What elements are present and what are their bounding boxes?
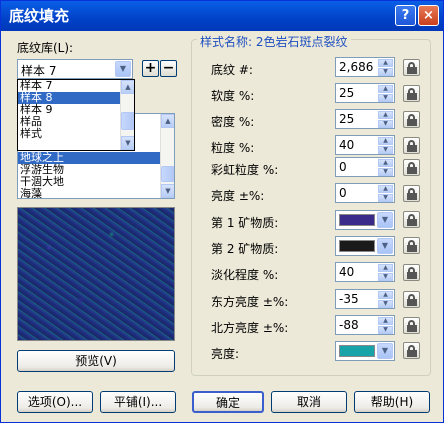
spinner-value[interactable]: 25 [339,86,354,100]
spinner-value[interactable]: 40 [339,265,354,279]
tile-button[interactable]: 平铺(I)... [100,391,176,413]
spin-down-icon[interactable]: ▼ [378,168,393,176]
dropdown-scrollbar[interactable]: ▲ ▼ [120,80,134,150]
param-label: 密度 %: [211,115,255,129]
lock-icon[interactable] [403,317,420,334]
spin-down-icon[interactable]: ▼ [378,146,393,154]
chevron-down-icon[interactable]: ▼ [377,212,393,228]
color-swatch [339,345,375,357]
chevron-down-icon[interactable]: ▼ [115,61,131,77]
param-label: 彩虹粒度 %: [211,163,279,177]
texture-preview [17,207,175,341]
add-library-button[interactable]: + [142,60,159,77]
chevron-down-icon[interactable]: ▼ [377,238,393,254]
spin-up-icon[interactable]: ▲ [378,291,393,299]
grain-spinner[interactable]: 40 ▲ ▼ [335,135,395,155]
spinner-value[interactable]: 25 [339,112,354,126]
lock-icon[interactable] [403,291,420,308]
lock-icon[interactable] [403,342,420,359]
param-label: 第 2 矿物质: [211,242,279,256]
spinner-value[interactable]: 0 [339,186,347,200]
lock-icon[interactable] [403,137,420,154]
options-button[interactable]: 选项(O)... [17,391,93,413]
library-combo[interactable]: 样本 7 ▼ [17,59,133,79]
list-item[interactable]: 海藻 [18,188,160,199]
scroll-down-icon[interactable]: ▼ [121,136,134,150]
rainbow-grain-spinner[interactable]: 0 ▲ ▼ [335,157,395,177]
spinner-value[interactable]: -88 [339,318,359,332]
lock-icon[interactable] [403,85,420,102]
scroll-thumb[interactable] [161,166,174,182]
spin-up-icon[interactable]: ▲ [378,159,393,167]
lock-icon[interactable] [403,264,420,281]
mineral1-color-picker[interactable]: ▼ [335,210,395,230]
cancel-button[interactable]: 取消 [271,391,347,413]
ok-button[interactable]: 确定 [192,391,264,413]
color-swatch [339,214,375,226]
scroll-up-icon[interactable]: ▲ [121,80,134,94]
spinner-value[interactable]: -35 [339,292,359,306]
library-label: 底纹库(L): [17,41,74,55]
param-label: 淡化程度 %: [211,268,279,282]
texture-number-spinner[interactable]: 2,686 ▲ ▼ [335,57,395,77]
texture-list-scrollbar[interactable]: ▲ ▼ [160,114,174,198]
library-dropdown-list[interactable]: 样本 7 样本 8 样本 9 样品 样式 ▲ ▼ [17,79,135,151]
remove-library-button[interactable]: − [160,60,177,77]
spin-up-icon[interactable]: ▲ [378,111,393,119]
style-name: 样式名称: 2色岩石斑点裂纹 [197,33,351,50]
spin-up-icon[interactable]: ▲ [378,317,393,325]
scroll-down-icon[interactable]: ▼ [161,184,174,198]
spin-up-icon[interactable]: ▲ [378,137,393,145]
param-label: 软度 %: [211,89,255,103]
spin-up-icon[interactable]: ▲ [378,185,393,193]
scroll-thumb[interactable] [121,112,134,130]
param-label: 亮度 ±%: [211,189,265,203]
lock-icon[interactable] [403,185,420,202]
window-title: 底纹填充 [9,7,70,25]
param-label: 东方亮度 ±%: [211,295,289,309]
lock-icon[interactable] [403,211,420,228]
spinner-value[interactable]: 2,686 [339,60,373,74]
chevron-down-icon[interactable]: ▼ [377,343,393,359]
dropdown-item[interactable]: 样式 [18,128,134,140]
softness-spinner[interactable]: 25 ▲ ▼ [335,83,395,103]
library-selected: 样本 7 [21,64,57,78]
spin-down-icon[interactable]: ▼ [378,194,393,202]
spin-down-icon[interactable]: ▼ [378,68,393,76]
spin-down-icon[interactable]: ▼ [378,300,393,308]
density-spinner[interactable]: 25 ▲ ▼ [335,109,395,129]
spinner-value[interactable]: 0 [339,160,347,174]
help-title-button[interactable]: ? [395,5,416,26]
scroll-up-icon[interactable]: ▲ [161,114,174,128]
brightness-color-picker[interactable]: ▼ [335,341,395,361]
param-label: 底纹 #: [211,63,253,77]
fade-spinner[interactable]: 40 ▲ ▼ [335,262,395,282]
spin-down-icon[interactable]: ▼ [378,273,393,281]
close-button[interactable]: × [418,5,439,26]
lock-icon[interactable] [403,237,420,254]
spin-down-icon[interactable]: ▼ [378,120,393,128]
lock-icon[interactable] [403,59,420,76]
spin-down-icon[interactable]: ▼ [378,94,393,102]
spin-up-icon[interactable]: ▲ [378,264,393,272]
param-label: 第 1 矿物质: [211,216,279,230]
spinner-value[interactable]: 40 [339,138,354,152]
brightness-spinner[interactable]: 0 ▲ ▼ [335,183,395,203]
param-label: 北方亮度 ±%: [211,321,289,335]
north-brightness-spinner[interactable]: -88 ▲ ▼ [335,315,395,335]
mineral2-color-picker[interactable]: ▼ [335,236,395,256]
color-swatch [339,240,375,252]
help-button[interactable]: 帮助(H) [354,391,430,413]
title-bar: 底纹填充 ? × [1,1,443,31]
param-label: 粒度 %: [211,141,255,155]
preview-button[interactable]: 预览(V) [17,350,175,372]
spin-down-icon[interactable]: ▼ [378,326,393,334]
lock-icon[interactable] [403,111,420,128]
spin-up-icon[interactable]: ▲ [378,85,393,93]
texture-fill-dialog: 底纹填充 ? × 底纹库(L): 样本 7 ▼ + − 地球之上 浮游生物 干涸… [0,0,444,423]
spin-up-icon[interactable]: ▲ [378,59,393,67]
east-brightness-spinner[interactable]: -35 ▲ ▼ [335,289,395,309]
lock-icon[interactable] [403,159,420,176]
param-label: 亮度: [211,347,240,361]
